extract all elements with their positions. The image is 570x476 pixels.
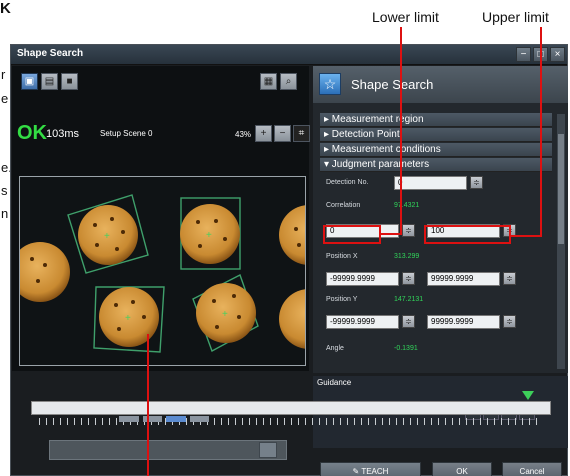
lower-limit-leader-h — [379, 233, 402, 235]
section-measurement-region[interactable]: ▸ Measurement region — [320, 113, 552, 127]
section-measurement-conditions[interactable]: ▸ Measurement conditions — [320, 143, 552, 157]
position-y-lower-input[interactable]: -99999.9999 — [326, 315, 399, 329]
ok-button[interactable]: OK — [432, 462, 492, 476]
timeline-slider[interactable] — [31, 401, 551, 415]
image-panel: ▣ ▤ ■ ▦ ⌕ OK 103ms Setup Scene 0 43% + −… — [12, 66, 310, 371]
settings-header: ☆ Shape Search — [313, 66, 568, 103]
judgment-status: OK — [17, 122, 47, 144]
margin-text-2: e — [1, 91, 9, 106]
monitor-icon[interactable]: ▣ — [21, 73, 38, 90]
upper-limit-leader — [540, 27, 542, 237]
svg-text:+: + — [206, 230, 212, 241]
position-x-label: Position X — [326, 253, 358, 260]
scrollbar-thumb[interactable] — [558, 134, 564, 244]
page-dot-active[interactable] — [166, 416, 186, 422]
camera-image: + + + + — [19, 176, 306, 366]
position-x-lower-stepper[interactable]: ≑ — [402, 272, 415, 285]
svg-text:+: + — [125, 313, 131, 324]
minimize-button[interactable]: − — [516, 47, 531, 62]
page-indicator — [119, 416, 209, 424]
lower-limit-highlight — [323, 225, 381, 244]
shape-search-window: Shape Search − □ × ▣ ▤ ■ ▦ ⌕ OK 103ms Se… — [10, 44, 568, 476]
layout-icon[interactable]: ▤ — [41, 73, 58, 90]
slider-marker-icon[interactable] — [522, 391, 534, 400]
position-y-upper-input[interactable]: 99999.9999 — [427, 315, 500, 329]
slider-ticks — [39, 418, 541, 425]
position-y-upper-stepper[interactable]: ≑ — [503, 315, 516, 328]
position-x-upper-stepper[interactable]: ≑ — [503, 272, 516, 285]
display-toggle-icon[interactable]: ⌕ — [280, 73, 297, 90]
processing-time: 103ms — [46, 128, 80, 140]
status-strip — [49, 440, 287, 460]
upper-limit-callout: Upper limit — [482, 9, 549, 25]
window-titlebar: Shape Search − □ × — [11, 45, 567, 65]
detection-no-stepper[interactable]: ≑ — [470, 176, 483, 189]
correlation-value: 97.4321 — [394, 202, 420, 209]
settings-title: Shape Search — [351, 77, 434, 92]
image-callout-leader — [147, 334, 149, 476]
fit-icon[interactable]: ⌗ — [293, 125, 310, 142]
folder-icon[interactable]: ■ — [61, 73, 78, 90]
teach-label: TEACH — [361, 467, 389, 476]
cancel-button[interactable]: Cancel — [502, 462, 562, 476]
correlation-lower-stepper[interactable]: ≑ — [402, 224, 415, 237]
margin-text-5: n — [1, 206, 9, 221]
window-title: Shape Search — [17, 48, 84, 59]
margin-text-4: s — [1, 183, 8, 198]
settings-scrollbar[interactable] — [557, 114, 565, 369]
page-dot[interactable] — [119, 416, 139, 422]
page-dot[interactable] — [189, 416, 209, 422]
position-x-value: 313.299 — [394, 253, 420, 260]
lower-limit-leader — [400, 27, 402, 233]
zoom-percentage: 43% — [235, 130, 252, 139]
detection-no-label: Detection No. — [326, 179, 369, 186]
zoom-in-icon[interactable]: + — [255, 125, 272, 142]
position-y-label: Position Y — [326, 296, 358, 303]
upper-limit-leader-h — [511, 235, 542, 237]
position-y-lower-stepper[interactable]: ≑ — [402, 315, 415, 328]
zoom-out-icon[interactable]: − — [274, 125, 291, 142]
svg-text:+: + — [104, 231, 110, 242]
correlation-label: Correlation — [326, 202, 361, 209]
margin-text-1: r — [1, 67, 6, 82]
shape-search-icon: ☆ — [319, 73, 341, 95]
close-button[interactable]: × — [550, 47, 565, 62]
position-x-lower-input[interactable]: -99999.9999 — [326, 272, 399, 286]
settings-panel: ☆ Shape Search ▸ Measurement region ▸ De… — [313, 66, 568, 373]
angle-label: Angle — [326, 345, 344, 352]
section-detection-point[interactable]: ▸ Detection Point — [320, 128, 552, 142]
screenshot-page: K r e e. s n Lower limit Upper limit Sha… — [0, 0, 570, 476]
lower-limit-callout: Lower limit — [372, 9, 439, 25]
cracker-image-svg: + + + + — [20, 177, 305, 365]
teach-button[interactable]: ✎ TEACH — [320, 462, 421, 476]
svg-text:+: + — [222, 309, 228, 320]
position-x-upper-input[interactable]: 99999.9999 — [427, 272, 500, 286]
margin-letter: K — [0, 0, 11, 17]
page-dot[interactable] — [142, 416, 162, 422]
guidance-title: Guidance — [317, 378, 352, 387]
position-y-value: 147.2131 — [394, 296, 424, 303]
grid-icon[interactable]: ▦ — [260, 73, 277, 90]
detection-no-input[interactable]: 0 — [394, 176, 467, 190]
section-judgment-parameters[interactable]: ▾ Judgment parameters — [320, 158, 552, 172]
folder-icon[interactable] — [259, 442, 277, 458]
angle-value: -0.1391 — [394, 345, 418, 352]
setup-scene-label: Setup Scene 0 — [100, 129, 153, 138]
upper-limit-highlight — [424, 225, 511, 244]
